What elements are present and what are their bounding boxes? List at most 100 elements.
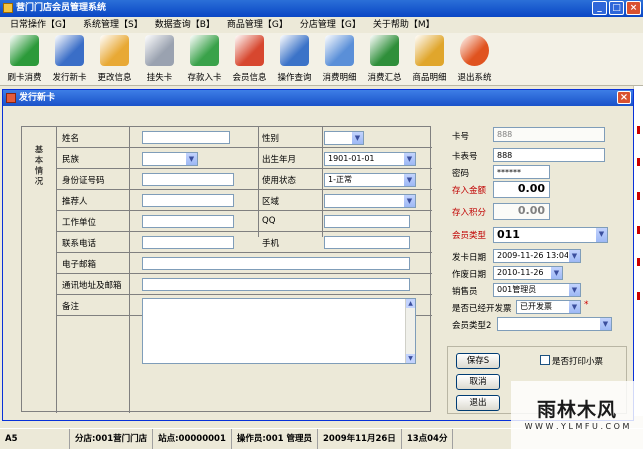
maximize-icon[interactable]: □ <box>609 1 624 15</box>
birth-date-picker[interactable]: 1901-01-01 ▼ <box>324 152 416 166</box>
save-button[interactable]: 保存S <box>456 353 500 369</box>
issue-date-label: 发卡日期 <box>452 253 487 263</box>
phone-input[interactable] <box>142 236 234 249</box>
tool-consume-detail[interactable]: 消费明细 <box>317 33 362 86</box>
tool-goods-detail[interactable]: 商品明细 <box>407 33 452 86</box>
menu-branch[interactable]: 分店管理【G】 <box>294 17 367 33</box>
chevron-down-icon: ▼ <box>351 132 363 144</box>
marker <box>637 192 640 200</box>
exit-icon <box>460 35 489 66</box>
status-select[interactable]: 1-正常 ▼ <box>324 173 416 187</box>
issue-date-picker[interactable]: 2009-11-26 13:04:43 ▼ <box>493 249 581 263</box>
name-input[interactable] <box>142 131 230 144</box>
status-date: 2009年11月26日 <box>318 429 402 449</box>
tool-deposit[interactable]: 存款入卡 <box>182 33 227 86</box>
tool-edit-info[interactable]: 更改信息 <box>92 33 137 86</box>
address-input[interactable] <box>142 278 410 291</box>
gender-label: 性别 <box>262 134 280 144</box>
cancel-button[interactable]: 取消 <box>456 374 500 390</box>
notes-scrollbar[interactable]: ▲ ▼ <box>405 299 415 363</box>
minimize-icon[interactable]: _ <box>592 1 607 15</box>
pos-icon <box>10 35 39 66</box>
scroll-down-icon[interactable]: ▼ <box>406 354 415 363</box>
summary-icon <box>370 35 399 66</box>
expire-date-picker[interactable]: 2010-11-26 ▼ <box>493 266 563 280</box>
member-type2-select[interactable]: ▼ <box>497 317 612 331</box>
card-face-input[interactable]: 888 <box>493 148 605 162</box>
marker <box>637 226 640 234</box>
invoice-select[interactable]: 已开发票 ▼ <box>516 300 581 314</box>
divider <box>56 210 432 211</box>
seller-select[interactable]: 001管理员 ▼ <box>493 283 581 297</box>
tool-issue-card[interactable]: 发行新卡 <box>47 33 92 86</box>
tool-op-query[interactable]: 操作查询 <box>272 33 317 86</box>
mobile-input[interactable] <box>324 236 410 249</box>
points-input[interactable]: 0.00 <box>493 203 550 220</box>
members-icon <box>235 35 264 66</box>
issue-card-dialog: 发行新卡 × 基本情况 姓名 性别 ▼ 民族 ▼ 出生年月 1901-01-01… <box>2 89 634 421</box>
menu-query[interactable]: 数据查询【B】 <box>149 17 221 33</box>
chevron-down-icon: ▼ <box>568 284 580 296</box>
gender-select[interactable]: ▼ <box>324 131 364 145</box>
seller-value: 001管理员 <box>497 285 537 294</box>
notes-textarea[interactable]: ▲ ▼ <box>142 298 416 364</box>
tool-swipe-pay[interactable]: 刷卡消费 <box>2 33 47 86</box>
qq-input[interactable] <box>324 215 410 228</box>
divider <box>322 127 323 237</box>
referrer-input[interactable] <box>142 194 234 207</box>
basic-info-grid: 基本情况 姓名 性别 ▼ 民族 ▼ 出生年月 1901-01-01 ▼ 身份证号码… <box>21 126 432 413</box>
employer-input[interactable] <box>142 215 234 228</box>
divider <box>129 237 130 413</box>
password-input[interactable]: ****** <box>493 165 550 179</box>
user-icon <box>55 35 84 66</box>
card-no-input[interactable]: 888 <box>493 127 605 142</box>
divider <box>56 147 432 148</box>
member-type-label: 会员类型 <box>452 231 487 241</box>
dialog-titlebar: 发行新卡 × <box>3 90 633 106</box>
chevron-down-icon: ▼ <box>568 301 580 313</box>
menu-system[interactable]: 系统管理【S】 <box>77 17 149 33</box>
member-type-value: 011 <box>497 228 520 241</box>
divider <box>56 294 432 295</box>
status-operator: 操作员:001 管理员 <box>232 429 318 449</box>
background-panel <box>633 86 643 416</box>
app-icon <box>3 3 13 13</box>
seller-label: 销售员 <box>452 287 478 297</box>
scroll-up-icon[interactable]: ▲ <box>406 299 415 308</box>
mobile-label: 手机 <box>262 239 280 249</box>
ethnicity-select[interactable]: ▼ <box>142 152 198 166</box>
tool-consume-summary[interactable]: 消费汇总 <box>362 33 407 86</box>
name-label: 姓名 <box>62 134 80 144</box>
status-label: 使用状态 <box>262 176 297 186</box>
email-input[interactable] <box>142 257 410 270</box>
status-site: 站点:00000001 <box>153 429 232 449</box>
id-number-label: 身份证号码 <box>62 176 105 186</box>
status-code: A5 <box>0 429 70 449</box>
divider <box>56 231 432 232</box>
tool-report-loss[interactable]: 挂失卡 <box>137 33 182 86</box>
close-icon[interactable]: × <box>626 1 641 15</box>
tool-exit[interactable]: 退出系统 <box>452 33 497 86</box>
deposit-icon <box>190 35 219 66</box>
menu-help[interactable]: 关于帮助【M】 <box>367 17 441 33</box>
divider <box>56 189 432 190</box>
region-select[interactable]: ▼ <box>324 194 416 208</box>
email-label: 电子邮箱 <box>62 260 97 270</box>
chevron-down-icon: ▼ <box>403 153 415 165</box>
tool-member-info[interactable]: 会员信息 <box>227 33 272 86</box>
invoice-label: 是否已经开发票 <box>452 304 512 314</box>
menu-daily[interactable]: 日常操作【G】 <box>4 17 77 33</box>
menu-goods[interactable]: 商品管理【G】 <box>221 17 294 33</box>
section-label: 基本情况 <box>33 145 43 187</box>
exit-button[interactable]: 退出 <box>456 395 500 411</box>
id-number-input[interactable] <box>142 173 234 186</box>
password-label: 密码 <box>452 169 470 179</box>
deposit-input[interactable]: 0.00 <box>493 181 550 198</box>
status-time: 13点04分 <box>402 429 454 449</box>
expire-date-label: 作废日期 <box>452 270 487 280</box>
member-type-select[interactable]: 011 ▼ <box>493 227 608 243</box>
watermark-brand: 雨林木风 <box>536 399 617 421</box>
close-icon[interactable]: × <box>617 91 631 104</box>
print-ticket-checkbox[interactable] <box>540 355 550 365</box>
employer-label: 工作单位 <box>62 218 97 228</box>
